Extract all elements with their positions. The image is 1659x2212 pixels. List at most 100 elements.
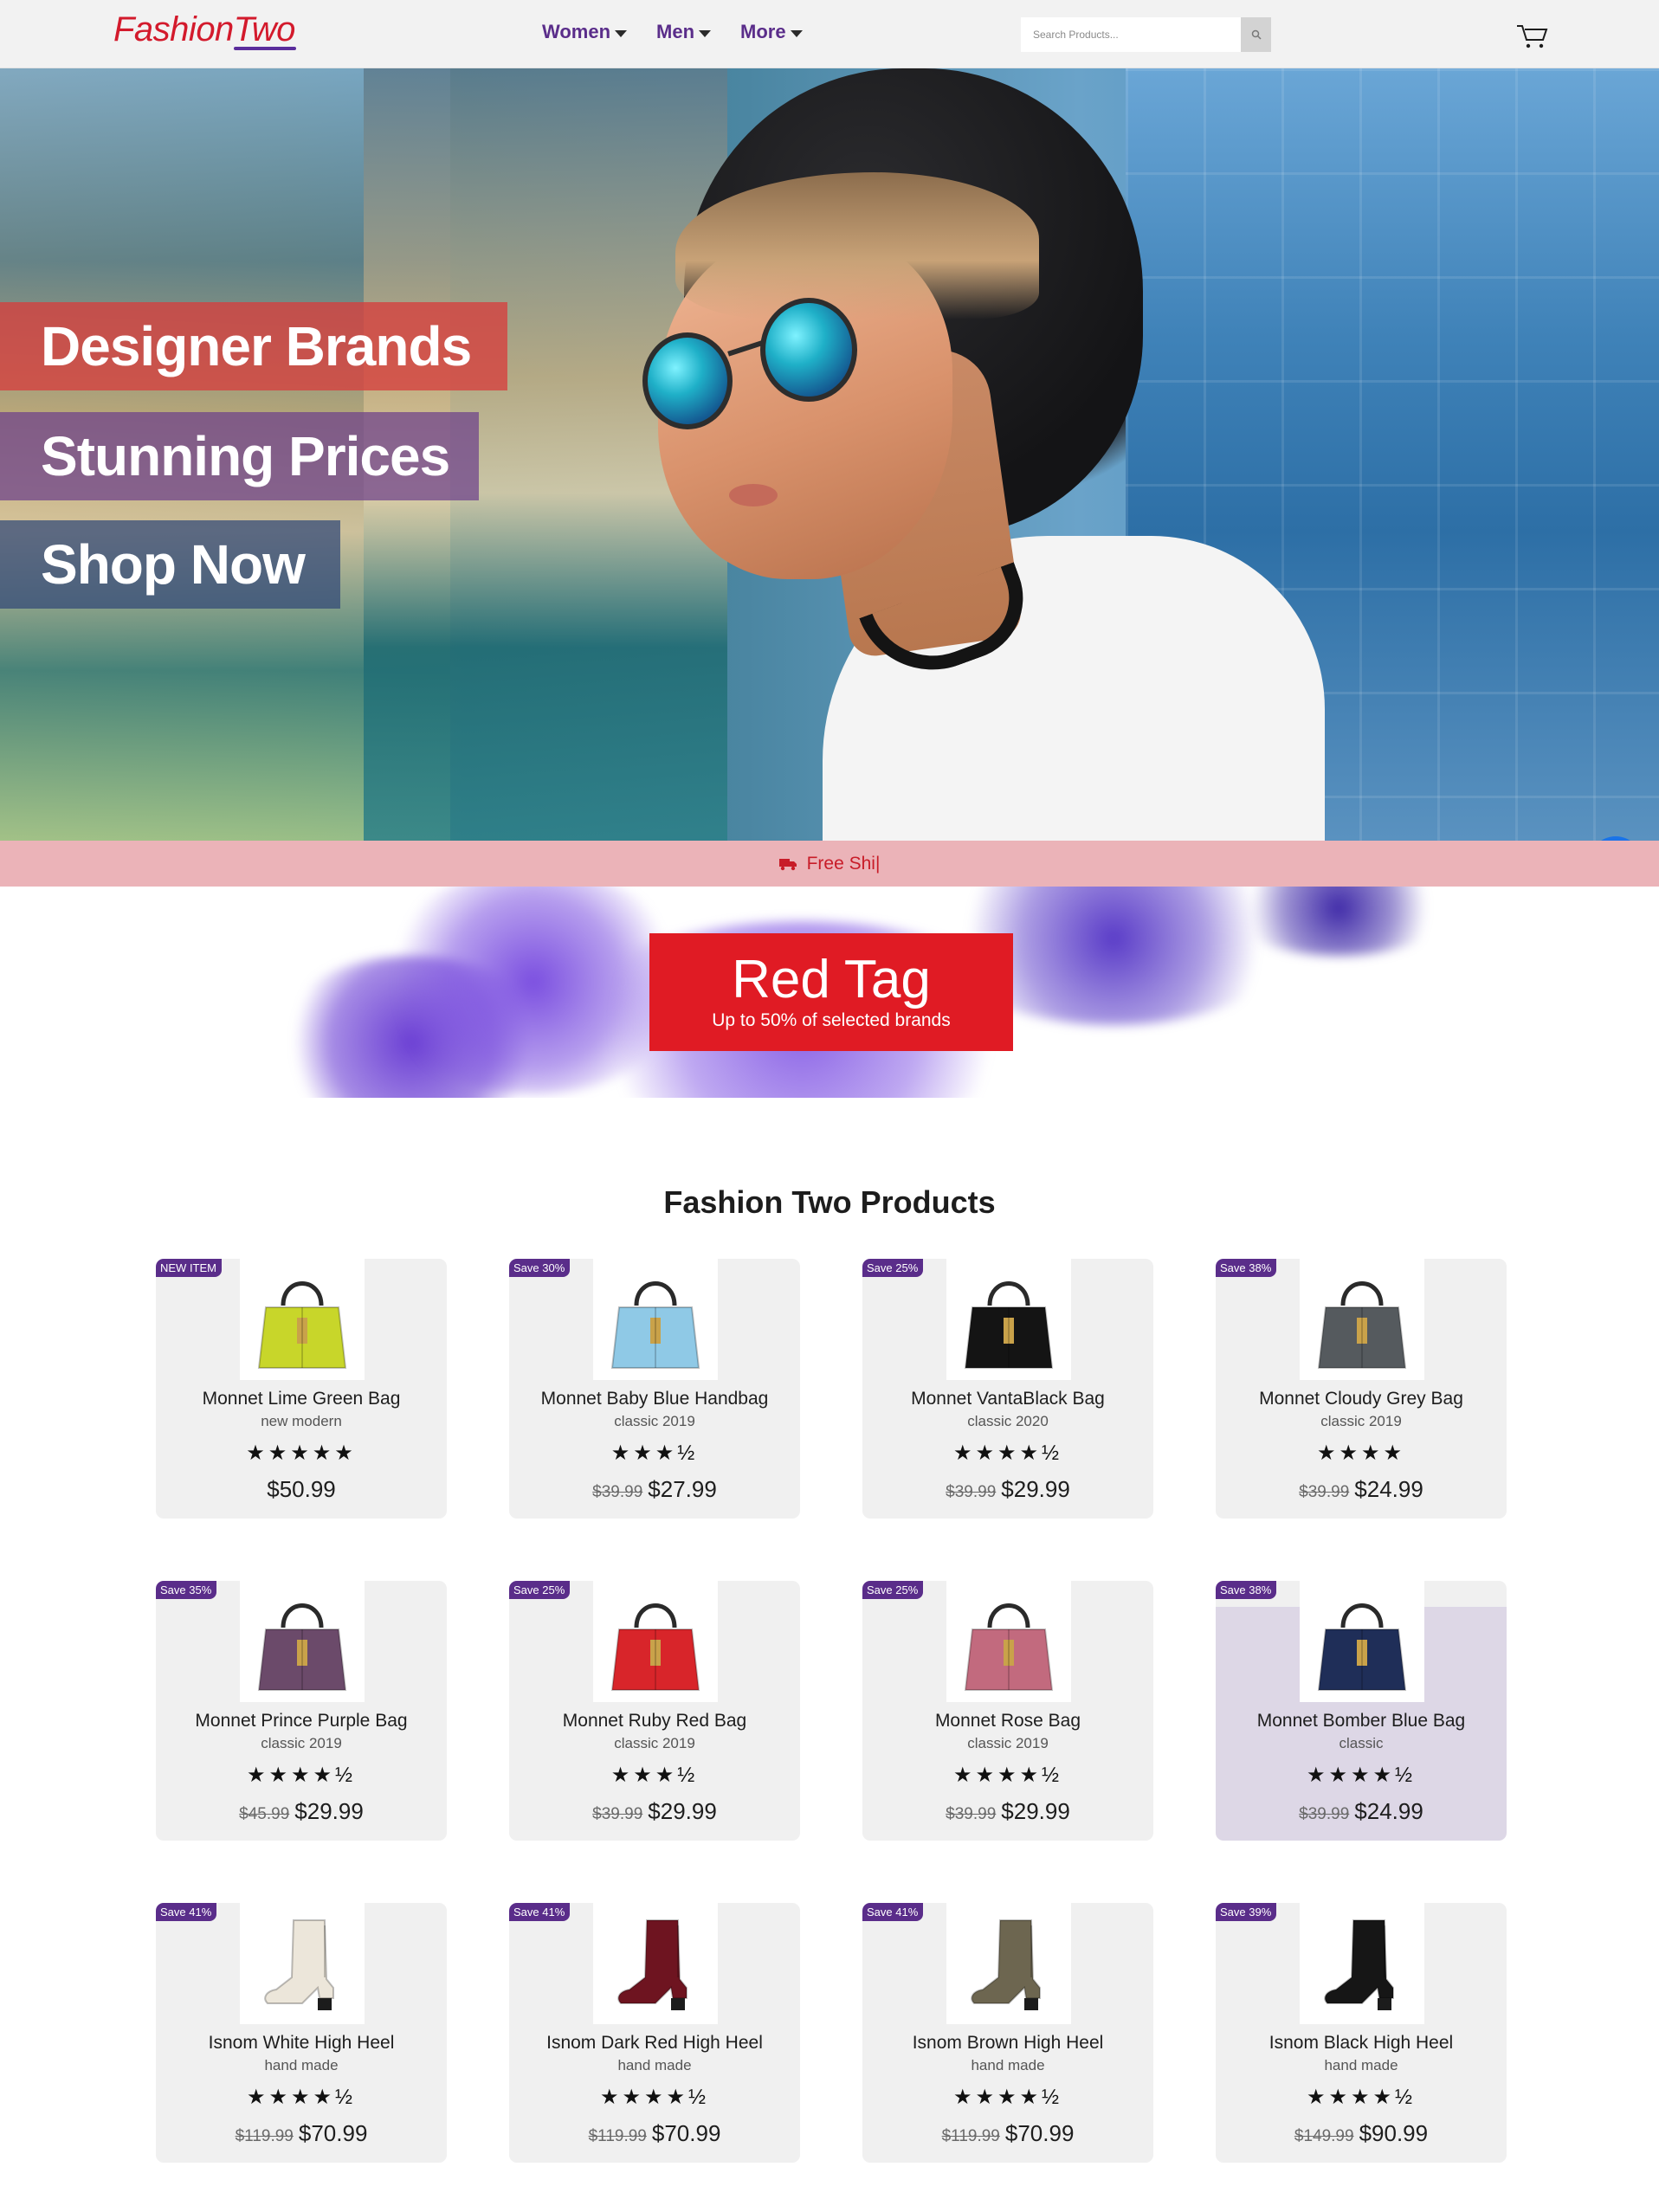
high-heel-boot-icon: [1324, 1919, 1394, 2010]
price-block: $45.99 $29.99: [156, 1798, 447, 1825]
search-bar: [1021, 17, 1271, 52]
product-image[interactable]: [946, 1903, 1071, 2024]
handbag-icon: [610, 1281, 700, 1369]
sale-price: $50.99: [267, 1476, 336, 1502]
product-name[interactable]: Monnet Ruby Red Bag: [509, 1711, 800, 1732]
sunglasses-right-lens: [760, 298, 857, 402]
sale-price: $24.99: [1354, 1798, 1423, 1824]
discount-badge: Save 25%: [862, 1581, 924, 1599]
sale-price: $70.99: [298, 2120, 368, 2146]
product-card[interactable]: Save 25% Monnet Rose Bag classic 2019 ★★★★½…: [862, 1581, 1153, 1841]
cart-button[interactable]: [1515, 21, 1550, 50]
hero-tag-shop-now[interactable]: Shop Now: [0, 520, 340, 609]
product-card[interactable]: Save 38% Monnet Bomber Blue Bag classic ★★★…: [1216, 1581, 1507, 1841]
product-image[interactable]: [593, 1259, 718, 1380]
high-heel-boot-icon: [971, 1919, 1041, 2010]
product-image[interactable]: [946, 1259, 1071, 1380]
red-tag-promo[interactable]: Red Tag Up to 50% of selected brands: [649, 933, 1013, 1051]
product-name[interactable]: Isnom Brown High Heel: [862, 2033, 1153, 2054]
product-card[interactable]: Save 30% Monnet Baby Blue Handbag classic …: [509, 1259, 800, 1519]
nav-women[interactable]: Women: [542, 21, 628, 43]
star-rating: ★★★★: [1316, 1441, 1406, 1465]
discount-badge: Save 35%: [156, 1581, 217, 1599]
nav-men[interactable]: Men: [656, 21, 712, 43]
product-card[interactable]: Save 39% Isnom Black High Heel hand made ★★…: [1216, 1903, 1507, 2163]
handbag-icon: [1317, 1281, 1407, 1369]
handbag-icon: [964, 1603, 1054, 1691]
discount-badge: Save 41%: [862, 1903, 924, 1921]
original-price: $149.99: [1294, 2127, 1354, 2145]
star-rating: ★★★★½: [952, 1764, 1063, 1787]
price-block: $39.99 $29.99: [509, 1798, 800, 1825]
product-card[interactable]: Save 35% Monnet Prince Purple Bag classic …: [156, 1581, 447, 1841]
shipping-banner: Free Shi|: [0, 841, 1659, 887]
product-image[interactable]: [946, 1581, 1071, 1702]
original-price: $39.99: [592, 1483, 643, 1501]
product-subtitle: classic 2019: [614, 1413, 695, 1429]
nav-men-label: Men: [656, 21, 695, 42]
product-image[interactable]: [240, 1259, 365, 1380]
product-subtitle: classic: [1339, 1735, 1384, 1751]
original-price: $119.99: [941, 2127, 1000, 2145]
product-subtitle: classic 2019: [967, 1735, 1049, 1751]
nav-more[interactable]: More: [740, 21, 803, 43]
star-rating: ★★★★½: [952, 1441, 1063, 1465]
sale-price: $24.99: [1354, 1476, 1423, 1502]
product-image[interactable]: [240, 1581, 365, 1702]
handbag-icon: [257, 1281, 347, 1369]
product-name[interactable]: Monnet Bomber Blue Bag: [1216, 1711, 1507, 1732]
product-image[interactable]: [1300, 1581, 1424, 1702]
hero-banner[interactable]: Designer Brands Stunning Prices Shop Now: [0, 68, 1659, 841]
star-rating: ★★★★½: [599, 2086, 710, 2109]
hero-tag-designer-brands: Designer Brands: [0, 302, 507, 390]
product-card[interactable]: Save 38% Monnet Cloudy Grey Bag classic 20…: [1216, 1259, 1507, 1519]
chevron-down-icon: [615, 29, 628, 37]
nav-women-label: Women: [542, 21, 611, 42]
discount-badge: Save 38%: [1216, 1259, 1277, 1277]
product-image[interactable]: [1300, 1903, 1424, 2024]
product-card[interactable]: Save 25% Monnet VantaBlack Bag classic 202…: [862, 1259, 1153, 1519]
product-image[interactable]: [240, 1903, 365, 2024]
product-card[interactable]: Save 41% Isnom Brown High Heel hand made ★★…: [862, 1903, 1153, 2163]
product-name[interactable]: Monnet VantaBlack Bag: [862, 1389, 1153, 1409]
product-image[interactable]: [593, 1903, 718, 2024]
product-name[interactable]: Monnet Prince Purple Bag: [156, 1711, 447, 1732]
product-image[interactable]: [1300, 1259, 1424, 1380]
price-block: $50.99: [156, 1476, 447, 1503]
high-heel-boot-icon: [264, 1919, 334, 2010]
product-name[interactable]: Monnet Baby Blue Handbag: [509, 1389, 800, 1409]
discount-badge: Save 39%: [1216, 1903, 1277, 1921]
product-name[interactable]: Monnet Lime Green Bag: [156, 1389, 447, 1409]
product-subtitle: classic 2019: [261, 1735, 342, 1751]
logo-underline: [234, 47, 296, 50]
search-input[interactable]: [1021, 17, 1241, 52]
product-card[interactable]: Save 41% Isnom White High Heel hand made ★★…: [156, 1903, 447, 2163]
product-name[interactable]: Monnet Cloudy Grey Bag: [1216, 1389, 1507, 1409]
price-block: $39.99 $24.99: [1216, 1476, 1507, 1503]
search-icon: [1251, 29, 1262, 40]
chevron-down-icon: [790, 29, 803, 37]
sale-price: $70.99: [1004, 2120, 1075, 2146]
logo[interactable]: FashionTwo: [113, 10, 295, 49]
star-rating: ★★★★½: [1306, 2086, 1417, 2109]
product-card[interactable]: Save 41% Isnom Dark Red High Heel hand mad…: [509, 1903, 800, 2163]
product-name[interactable]: Monnet Rose Bag: [862, 1711, 1153, 1732]
site-header: FashionTwo Women Men More: [0, 0, 1659, 68]
product-card[interactable]: Save 25% Monnet Ruby Red Bag classic 2019 ★…: [509, 1581, 800, 1841]
price-block: $39.99 $29.99: [862, 1798, 1153, 1825]
search-button[interactable]: [1241, 17, 1271, 52]
red-tag-title: Red Tag: [732, 950, 931, 1009]
original-price: $119.99: [588, 2127, 647, 2145]
product-card[interactable]: NEW ITEM Monnet Lime Green Bag new modern ★…: [156, 1259, 447, 1519]
handbag-icon: [257, 1603, 347, 1691]
original-price: $45.99: [239, 1805, 290, 1823]
product-subtitle: new modern: [261, 1413, 342, 1429]
star-rating: ★★★★½: [246, 1764, 357, 1787]
product-name[interactable]: Isnom Dark Red High Heel: [509, 2033, 800, 2054]
product-name[interactable]: Isnom Black High Heel: [1216, 2033, 1507, 2054]
high-heel-boot-icon: [617, 1919, 687, 2010]
product-name[interactable]: Isnom White High Heel: [156, 2033, 447, 2054]
product-image[interactable]: [593, 1581, 718, 1702]
product-subtitle: hand made: [264, 2057, 339, 2073]
discount-badge: Save 25%: [509, 1581, 571, 1599]
